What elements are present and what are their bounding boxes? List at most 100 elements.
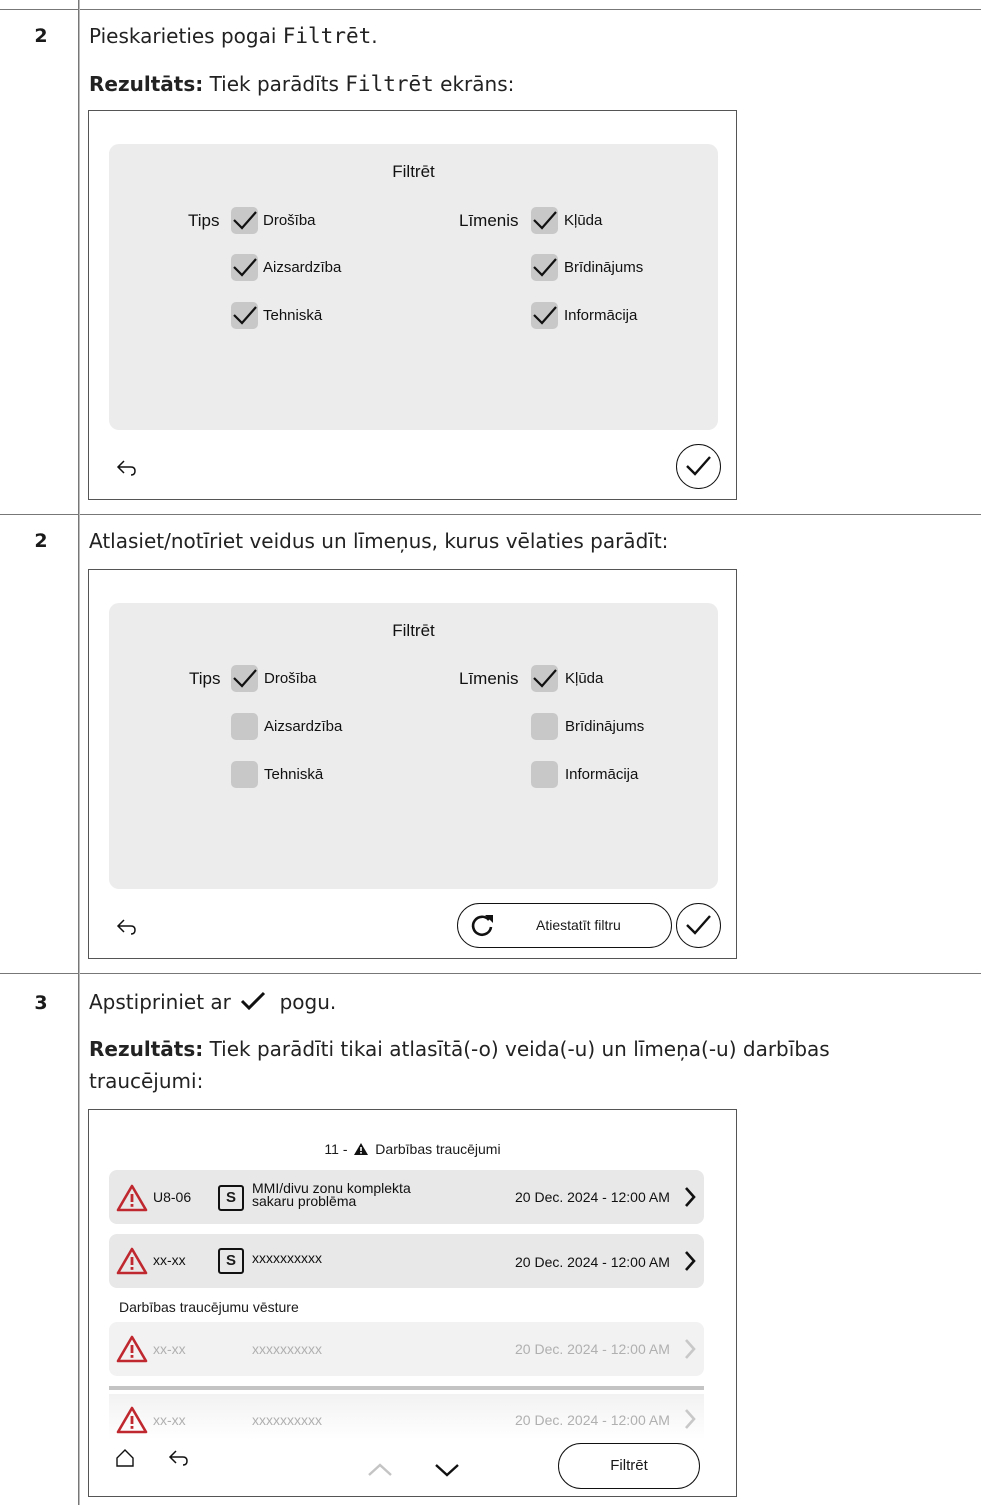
- malfunction-datetime: 20 Dec. 2024 - 12:00 AM: [515, 1254, 670, 1270]
- table-border-top: [0, 9, 981, 10]
- checkbox-label: Kļūda: [565, 670, 604, 687]
- chevron-right-icon: [685, 1187, 696, 1207]
- warning-triangle-icon: [116, 1335, 148, 1363]
- scroll-down-icon[interactable]: [434, 1462, 460, 1478]
- result-text: Tiek parādīts: [203, 72, 346, 96]
- checkbox-label: Kļūda: [564, 212, 603, 229]
- malfunction-code: xx-xx: [153, 1412, 186, 1428]
- checkmark-icon: [533, 258, 557, 277]
- checkbox-informacija[interactable]: [531, 761, 558, 788]
- malfunction-datetime: 20 Dec. 2024 - 12:00 AM: [515, 1341, 670, 1357]
- result-text: ekrāns:: [433, 72, 515, 96]
- step-instruction: Atlasiet/notīriet veidus un līmeņus, kur…: [89, 529, 669, 553]
- instruction-text: Apstipriniet ar: [89, 990, 238, 1014]
- screen-title: 11 - Darbības traucējumi: [89, 1141, 736, 1157]
- checkbox-bridinajums[interactable]: [531, 713, 558, 740]
- step-result-continued: traucējumi:: [89, 1069, 204, 1093]
- malfunction-row[interactable]: U8-06 S MMI/divu zonu komplekta sakaru pr…: [109, 1170, 704, 1224]
- checkbox-label: Drošība: [264, 670, 317, 687]
- chevron-right-icon: [685, 1339, 696, 1359]
- malfunction-count: 11 -: [324, 1141, 348, 1157]
- screen-title-text: Darbības traucējumi: [375, 1141, 501, 1157]
- confirm-button[interactable]: [676, 444, 721, 489]
- checkbox-informacija[interactable]: [531, 302, 558, 329]
- checkmark-icon: [533, 306, 557, 325]
- type-badge: S: [218, 1185, 244, 1211]
- table-row-divider: [0, 973, 981, 974]
- checkbox-label: Tehniskā: [263, 307, 323, 324]
- malfunction-datetime: 20 Dec. 2024 - 12:00 AM: [515, 1412, 670, 1428]
- scroll-divider: [109, 1386, 704, 1390]
- ui-term: Filtrēt: [345, 72, 434, 96]
- result-label: Rezultāts:: [89, 72, 204, 96]
- result-text: Tiek parādīti tikai atlasītā(-o) veida(-…: [203, 1037, 830, 1061]
- warning-icon: [354, 1143, 369, 1155]
- malfunction-code: xx-xx: [153, 1252, 186, 1268]
- checkbox-kluda[interactable]: [531, 207, 558, 234]
- screen-title: Filtrēt: [392, 621, 435, 640]
- step-result: Rezultāts: Tiek parādīti tikai atlasītā(…: [89, 1037, 830, 1061]
- reset-filter-label: Atiestatīt filtru: [536, 917, 621, 933]
- level-label: Līmenis: [459, 669, 519, 688]
- checkmark-icon: [233, 306, 257, 325]
- step-number: 3: [34, 992, 48, 1014]
- step-result: Rezultāts: Tiek parādīts Filtrēt ekrāns:: [89, 72, 514, 96]
- filter-screen-partial: Filtrēt Tips Līmenis Drošība Aizsardzība…: [88, 569, 737, 959]
- chevron-right-icon: [685, 1409, 696, 1429]
- checkbox-drosiba[interactable]: [231, 665, 258, 692]
- malfunction-description: xxxxxxxxxx: [252, 1341, 322, 1357]
- chevron-right-icon: [685, 1251, 696, 1271]
- checkmark-icon: [686, 915, 711, 935]
- checkmark-icon: [233, 258, 257, 277]
- type-label: Tips: [188, 211, 220, 230]
- malfunction-description: xxxxxxxxxx: [252, 1412, 322, 1428]
- checkbox-bridinajums[interactable]: [531, 254, 558, 281]
- reset-filter-button[interactable]: Atiestatīt filtru: [457, 903, 672, 948]
- level-label: Līmenis: [459, 211, 519, 230]
- step-instruction: Apstipriniet ar pogu.: [89, 990, 336, 1014]
- instruction-text: .: [371, 24, 378, 48]
- home-icon[interactable]: [115, 1448, 135, 1468]
- malfunction-description: MMI/divu zonu komplekta sakaru problēma: [252, 1181, 411, 1209]
- step-number: 2: [34, 530, 48, 552]
- history-row[interactable]: xx-xx xxxxxxxxxx 20 Dec. 2024 - 12:00 AM: [109, 1322, 704, 1376]
- ui-term: Filtrēt: [282, 24, 372, 48]
- back-arrow-icon[interactable]: [115, 458, 139, 478]
- step-instruction: Pieskarieties pogai Filtrēt.: [89, 24, 378, 48]
- malfunction-code: xx-xx: [153, 1341, 186, 1357]
- checkbox-drosiba[interactable]: [231, 207, 258, 234]
- history-heading: Darbības traucējumu vēsture: [119, 1299, 299, 1315]
- confirm-button[interactable]: [676, 903, 721, 948]
- checkbox-aizsardziba[interactable]: [231, 254, 258, 281]
- checkmark-icon: [533, 669, 557, 688]
- checkmark-icon: [233, 669, 257, 688]
- screen-title: Filtrēt: [392, 162, 435, 181]
- history-row-partial[interactable]: xx-xx xxxxxxxxxx 20 Dec. 2024 - 12:00 AM: [109, 1394, 704, 1440]
- table-column-divider: [79, 0, 80, 1505]
- checkbox-label: Brīdinājums: [564, 259, 644, 276]
- filter-button[interactable]: Filtrēt: [558, 1443, 700, 1489]
- step-number: 2: [34, 25, 48, 47]
- description-line: sakaru problēma: [252, 1193, 357, 1209]
- checkbox-aizsardziba[interactable]: [231, 713, 258, 740]
- checkmark-icon: [241, 991, 266, 1011]
- filter-screen-all-checked: Filtrēt Tips Līmenis Drošība Aizsardzība…: [88, 110, 737, 500]
- instruction-text: Pieskarieties pogai: [89, 24, 283, 48]
- checkbox-label: Aizsardzība: [264, 718, 343, 735]
- result-label: Rezultāts:: [89, 1037, 204, 1061]
- warning-triangle-icon: [116, 1406, 148, 1434]
- scroll-up-icon[interactable]: [367, 1462, 393, 1478]
- filter-panel: Filtrēt Tips Līmenis Drošība Aizsardzība…: [109, 603, 718, 889]
- checkbox-tehniska[interactable]: [231, 302, 258, 329]
- malfunction-description: xxxxxxxxxx: [252, 1250, 322, 1266]
- checkmark-icon: [686, 456, 711, 476]
- back-arrow-icon[interactable]: [115, 917, 139, 937]
- malfunction-datetime: 20 Dec. 2024 - 12:00 AM: [515, 1189, 670, 1205]
- type-badge: S: [218, 1248, 244, 1274]
- instruction-text: pogu.: [273, 990, 337, 1014]
- checkbox-tehniska[interactable]: [231, 761, 258, 788]
- checkmark-icon: [533, 211, 557, 230]
- back-arrow-icon[interactable]: [167, 1448, 191, 1468]
- malfunction-row[interactable]: xx-xx S xxxxxxxxxx 20 Dec. 2024 - 12:00 …: [109, 1234, 704, 1288]
- checkbox-kluda[interactable]: [531, 665, 558, 692]
